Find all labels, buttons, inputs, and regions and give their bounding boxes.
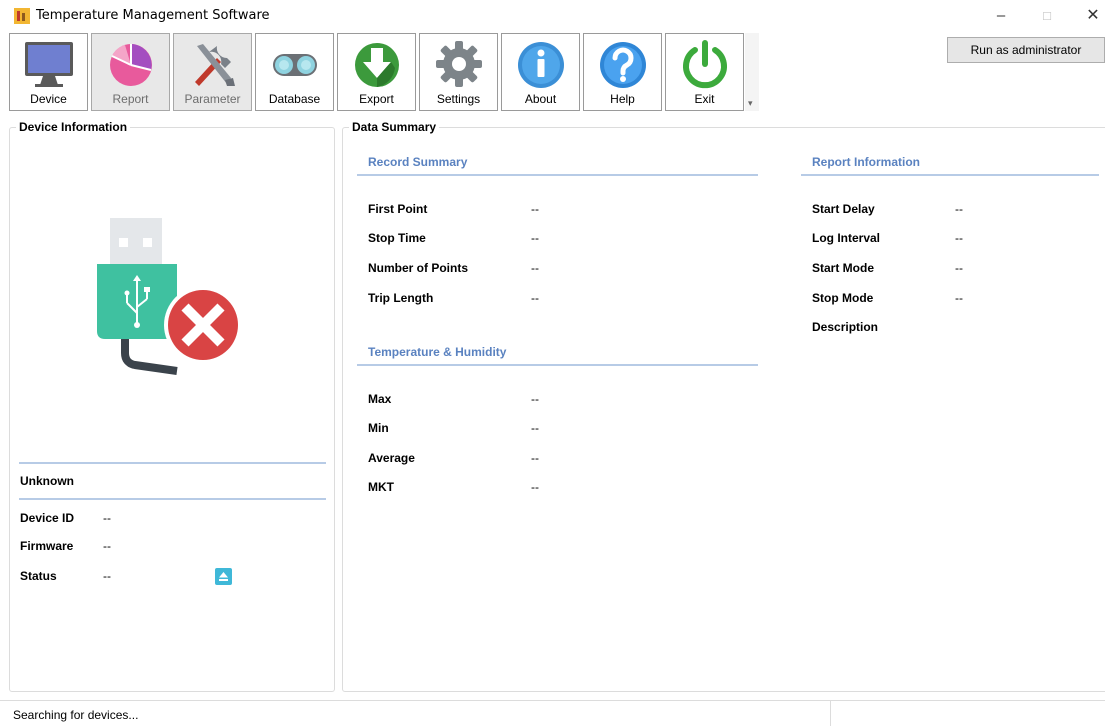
parameter-button-label: Parameter bbox=[184, 92, 241, 106]
info-icon bbox=[518, 42, 564, 88]
power-icon bbox=[683, 40, 727, 89]
chevron-down-icon: ▾ bbox=[748, 98, 753, 108]
device-id-value: -- bbox=[103, 511, 111, 525]
app-window: Temperature Management Software – □ ✕ De… bbox=[0, 0, 1105, 726]
app-logo-icon bbox=[14, 8, 30, 24]
stop-time-value: -- bbox=[531, 231, 539, 245]
data-summary-panel: Data Summary Record Summary First Point … bbox=[342, 120, 1105, 692]
mkt-value: -- bbox=[531, 480, 539, 494]
help-button-label: Help bbox=[610, 92, 635, 106]
exit-button-label: Exit bbox=[694, 92, 715, 106]
number-of-points-label: Number of Points bbox=[368, 261, 469, 275]
export-icon bbox=[355, 43, 399, 87]
help-button[interactable]: Help bbox=[583, 33, 662, 111]
status-message: Searching for devices... bbox=[13, 708, 139, 722]
min-label: Min bbox=[368, 421, 389, 435]
start-delay-label: Start Delay bbox=[812, 202, 875, 216]
firmware-value: -- bbox=[103, 539, 111, 553]
eject-button[interactable] bbox=[215, 568, 232, 585]
status-bar: Searching for devices... bbox=[0, 700, 1105, 726]
device-separator-bottom bbox=[19, 498, 326, 500]
trip-length-value: -- bbox=[531, 291, 539, 305]
device-button-label: Device bbox=[30, 92, 67, 106]
maximize-button[interactable]: □ bbox=[1032, 4, 1062, 28]
exit-button[interactable]: Exit bbox=[665, 33, 744, 111]
database-button[interactable]: Database bbox=[255, 33, 334, 111]
settings-button[interactable]: Settings bbox=[419, 33, 498, 111]
first-point-value: -- bbox=[531, 202, 539, 216]
data-summary-title: Data Summary bbox=[349, 120, 440, 134]
report-button-label: Report bbox=[112, 92, 149, 106]
help-icon bbox=[600, 42, 646, 88]
start-mode-value: -- bbox=[955, 261, 963, 275]
max-value: -- bbox=[531, 392, 539, 406]
stop-mode-label: Stop Mode bbox=[812, 291, 874, 305]
firmware-label: Firmware bbox=[20, 539, 74, 553]
device-button[interactable]: Device bbox=[9, 33, 88, 111]
gear-icon bbox=[436, 41, 482, 87]
device-info-panel: Device Information Unknown Device ID -- … bbox=[9, 120, 335, 692]
min-value: -- bbox=[531, 421, 539, 435]
minimize-button[interactable]: – bbox=[986, 4, 1016, 28]
title-bar: Temperature Management Software – □ ✕ bbox=[0, 0, 1105, 32]
status-value: -- bbox=[103, 569, 111, 583]
trip-length-label: Trip Length bbox=[368, 291, 434, 305]
status-bar-divider bbox=[830, 701, 831, 726]
tools-icon bbox=[195, 44, 235, 86]
log-interval-label: Log Interval bbox=[812, 231, 881, 245]
device-name: Unknown bbox=[20, 474, 74, 488]
device-separator-top bbox=[19, 462, 326, 464]
about-button-label: About bbox=[524, 92, 557, 106]
record-summary-title: Record Summary bbox=[368, 155, 468, 169]
stop-mode-value: -- bbox=[955, 291, 963, 305]
device-id-label: Device ID bbox=[20, 511, 75, 525]
report-button[interactable]: Report bbox=[91, 33, 170, 111]
status-label: Status bbox=[20, 569, 57, 583]
device-info-title: Device Information bbox=[16, 120, 131, 134]
temp-humidity-title: Temperature & Humidity bbox=[368, 345, 507, 359]
window-title: Temperature Management Software bbox=[36, 8, 270, 23]
export-button-label: Export bbox=[359, 92, 394, 106]
export-button[interactable]: Export bbox=[337, 33, 416, 111]
first-point-label: First Point bbox=[368, 202, 428, 216]
database-button-label: Database bbox=[268, 92, 321, 106]
parameter-button[interactable]: Parameter bbox=[173, 33, 252, 111]
temp-humidity-separator bbox=[357, 364, 758, 366]
eject-icon bbox=[219, 572, 228, 581]
start-delay-value: -- bbox=[955, 202, 963, 216]
log-interval-value: -- bbox=[955, 231, 963, 245]
settings-button-label: Settings bbox=[436, 92, 481, 106]
start-mode-label: Start Mode bbox=[812, 261, 875, 275]
average-value: -- bbox=[531, 451, 539, 465]
report-info-separator bbox=[801, 174, 1099, 176]
stop-time-label: Stop Time bbox=[368, 231, 426, 245]
usb-disconnected-icon bbox=[97, 218, 242, 375]
report-info-title: Report Information bbox=[812, 155, 920, 169]
toolbar-overflow-button[interactable]: ▾ bbox=[745, 33, 759, 111]
mkt-label: MKT bbox=[368, 480, 394, 494]
run-as-admin-button[interactable]: Run as administrator bbox=[947, 37, 1105, 63]
max-label: Max bbox=[368, 392, 392, 406]
about-button[interactable]: About bbox=[501, 33, 580, 111]
monitor-icon bbox=[25, 42, 73, 87]
pie-chart-icon bbox=[110, 44, 152, 86]
description-label: Description bbox=[812, 320, 879, 334]
close-button[interactable]: ✕ bbox=[1078, 4, 1105, 28]
number-of-points-value: -- bbox=[531, 261, 539, 275]
binoculars-icon bbox=[273, 54, 317, 76]
average-label: Average bbox=[368, 451, 415, 465]
record-summary-separator bbox=[357, 174, 758, 176]
